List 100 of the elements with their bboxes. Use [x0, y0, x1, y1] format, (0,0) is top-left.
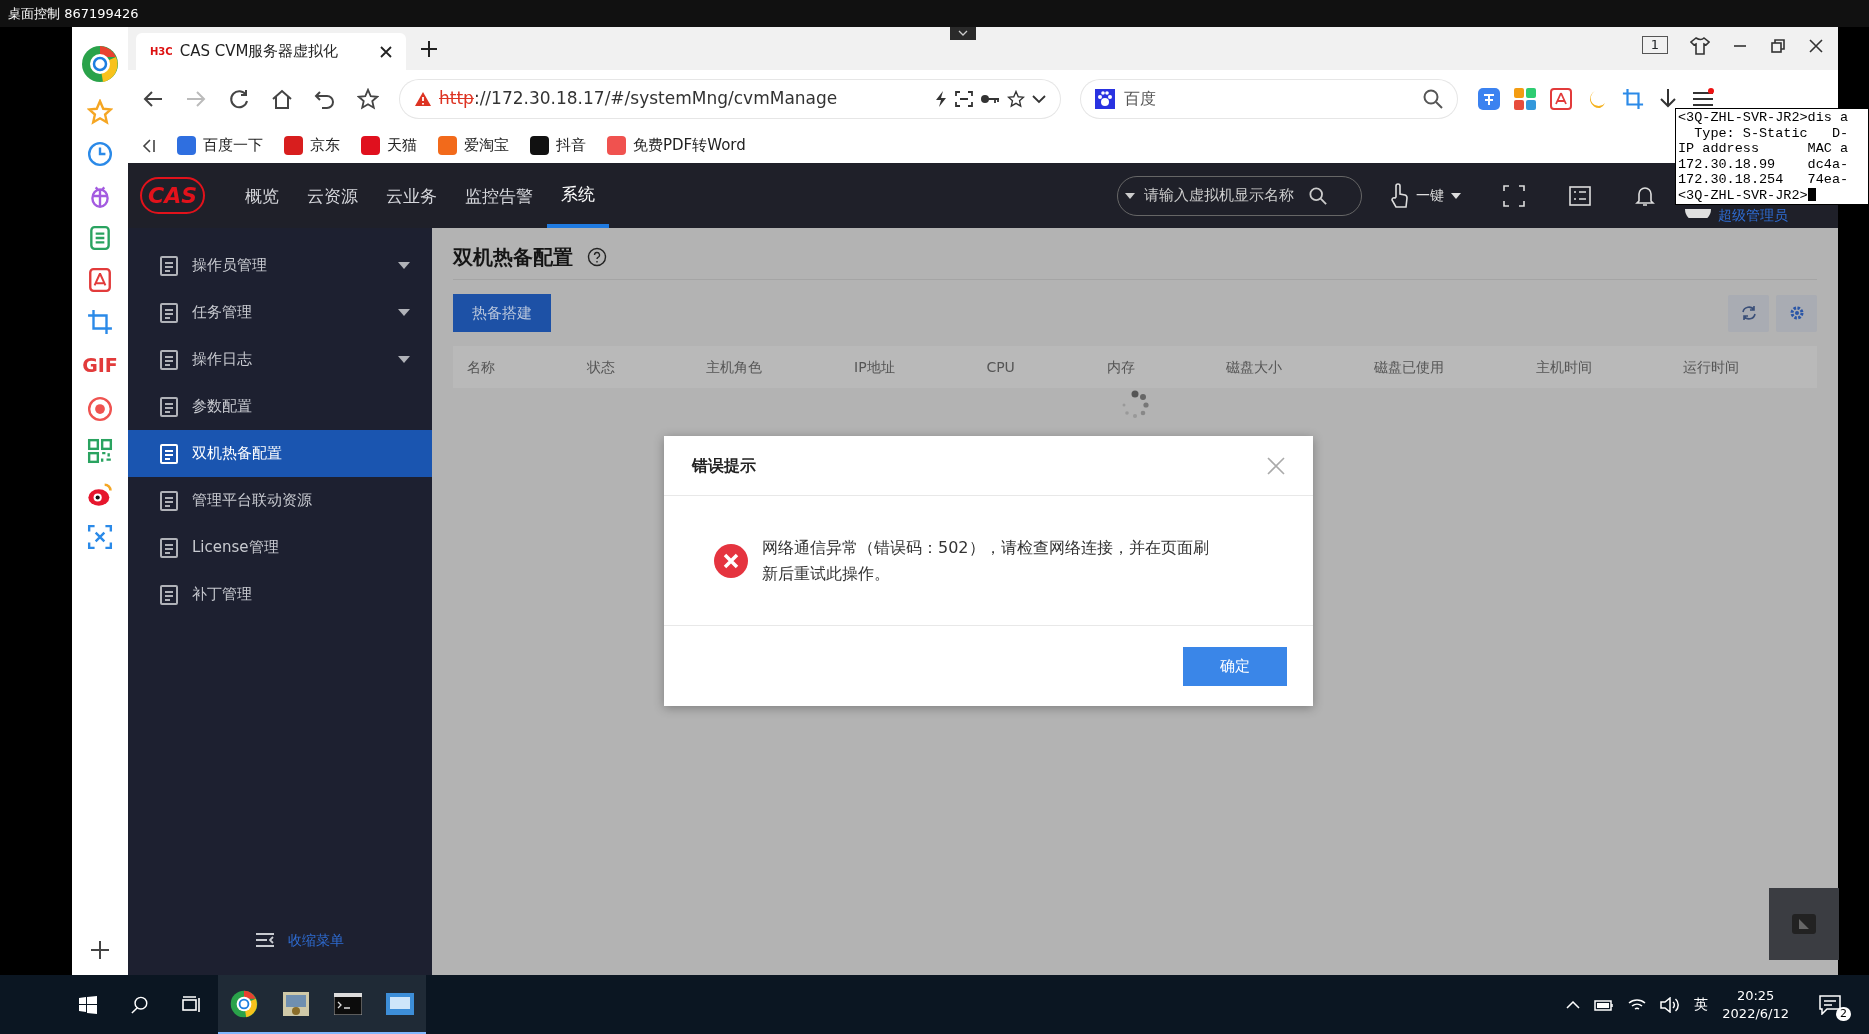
sidebar-item[interactable]: 操作日志: [128, 336, 432, 383]
column-header: 内存: [1105, 357, 1136, 377]
battery-icon[interactable]: [1594, 998, 1615, 1011]
undo-icon[interactable]: [314, 88, 336, 110]
home-icon[interactable]: [271, 88, 293, 110]
address-bar[interactable]: http://172.30.18.17/#/systemMng/cvmManage: [400, 80, 1060, 118]
error-icon: [714, 543, 748, 578]
sidebar-item[interactable]: 管理平台联动资源: [128, 477, 432, 524]
gif-tool[interactable]: GIF: [82, 351, 118, 380]
document-icon: [160, 443, 178, 464]
nav-tab[interactable]: 概览: [231, 163, 294, 228]
input-method-button[interactable]: 英: [1694, 994, 1709, 1015]
tab-counter[interactable]: 1: [1641, 36, 1668, 54]
notification-count: 2: [1836, 1006, 1851, 1021]
one-key-button[interactable]: 一键: [1383, 181, 1467, 210]
wifi-icon[interactable]: [1628, 997, 1647, 1012]
sidebar-item[interactable]: 参数配置: [128, 383, 432, 430]
logo: CAS: [140, 177, 206, 214]
browser-logo-icon: [230, 989, 258, 1018]
bookmark-link[interactable]: 免费PDF转Word: [633, 134, 746, 157]
record-icon[interactable]: [87, 395, 113, 422]
notes-icon[interactable]: [87, 225, 113, 251]
error-message: 网络通信异常（错误码：502），请检查网络连接，并在页面刷新后重试此操作。: [762, 536, 1210, 585]
shirt-icon[interactable]: [1690, 36, 1710, 56]
close-icon[interactable]: [380, 45, 392, 58]
bookmark-link[interactable]: 天猫: [387, 134, 417, 157]
crop-icon[interactable]: [1622, 88, 1644, 110]
terminal-line: Type: S-Static D-: [1693, 125, 1850, 141]
fullscreen-icon[interactable]: [1503, 184, 1525, 207]
search-icon[interactable]: [1423, 89, 1443, 109]
collapse-menu-icon: [256, 933, 274, 947]
clock-time[interactable]: 20:25: [1722, 986, 1789, 1005]
document-icon: [160, 490, 178, 511]
search-bar[interactable]: 百度: [1081, 80, 1457, 118]
sidebar-toggle-icon[interactable]: [142, 137, 156, 154]
clock-icon[interactable]: [87, 141, 113, 167]
sidebar-item[interactable]: 双机热备配置: [128, 430, 432, 477]
chat-bubble-icon: [1819, 994, 1841, 1015]
terminal-line: <3Q-ZHL-SVR-JR2>: [1678, 187, 1868, 203]
refresh-button[interactable]: [1728, 294, 1769, 332]
translate-icon[interactable]: [1478, 88, 1500, 110]
nav-tab[interactable]: 云资源: [293, 163, 373, 228]
caret-icon: [1451, 192, 1461, 199]
bookmark-link[interactable]: 京东: [310, 134, 340, 157]
clock-date[interactable]: 2022/6/12: [1722, 1004, 1789, 1023]
sidebar-item[interactable]: License管理: [128, 524, 432, 571]
star-icon[interactable]: [357, 88, 379, 110]
sidebar-item[interactable]: 操作员管理: [128, 242, 432, 289]
apps-grid-icon[interactable]: [1514, 88, 1536, 110]
bell-icon[interactable]: [1635, 184, 1655, 207]
qr-code-icon[interactable]: [87, 437, 113, 464]
close-icon[interactable]: [1808, 38, 1824, 54]
ok-button[interactable]: 确定: [1183, 646, 1287, 686]
sidebar-item[interactable]: 补丁管理: [128, 571, 432, 618]
primary-button[interactable]: 热备搭建: [453, 294, 551, 332]
sidebar-item[interactable]: 任务管理: [128, 289, 432, 336]
screenshot-icon[interactable]: [955, 91, 973, 107]
page-title: 双机热备配置: [453, 244, 573, 271]
chevron-down-icon[interactable]: [1032, 94, 1046, 104]
search-icon[interactable]: [1309, 186, 1327, 205]
dropdown-button[interactable]: [950, 27, 976, 40]
document-icon: [160, 302, 178, 323]
download-icon[interactable]: [1658, 88, 1678, 110]
column-header: 运行时间: [1682, 357, 1741, 377]
reload-icon[interactable]: [228, 88, 250, 110]
help-icon[interactable]: [587, 247, 607, 267]
paw-icon: [1095, 89, 1115, 109]
column-header: IP地址: [853, 357, 896, 377]
search-input[interactable]: 请输入虚拟机显示名称: [1142, 183, 1302, 208]
lightning-icon[interactable]: [934, 90, 948, 108]
document-icon: [160, 255, 178, 276]
scan-icon[interactable]: [87, 523, 113, 550]
nav-tab[interactable]: 云业务: [372, 163, 452, 228]
browser-tab[interactable]: H3C CAS CVM服务器虚拟化: [136, 33, 406, 70]
star-icon[interactable]: [1007, 90, 1025, 108]
chevron-up-icon[interactable]: [1566, 1000, 1581, 1009]
bookmark-link[interactable]: 百度一下: [203, 134, 263, 157]
key-icon[interactable]: [980, 93, 1000, 105]
bookmark-link[interactable]: 抖音: [556, 134, 586, 157]
document-icon: [160, 349, 178, 370]
crop-icon[interactable]: [87, 309, 113, 335]
checklist-icon[interactable]: [1569, 185, 1591, 206]
terminal-line: 172.30.18.254 74ea-: [1678, 172, 1850, 188]
restore-icon[interactable]: [1770, 38, 1786, 54]
nav-tab[interactable]: 监控告警: [451, 163, 548, 228]
terminal-icon: [334, 992, 362, 1015]
remote-taskbar-button[interactable]: [374, 975, 426, 1034]
new-tab-icon[interactable]: [420, 40, 438, 58]
star-icon[interactable]: [87, 99, 113, 125]
settings-button[interactable]: [1776, 294, 1817, 332]
column-header: 状态: [585, 357, 616, 377]
settings-icon: [1788, 305, 1805, 321]
plus-icon[interactable]: [89, 939, 111, 961]
browser-taskbar-button[interactable]: [218, 975, 270, 1034]
terminal-line: 172.30.18.99 dc4a-: [1678, 156, 1850, 172]
bookmark-link[interactable]: 爱淘宝: [464, 134, 509, 157]
hand-pointer-icon: [1389, 182, 1409, 209]
volume-icon[interactable]: [1660, 996, 1681, 1013]
browser-logo-icon[interactable]: [81, 45, 119, 83]
cursor-icon: [1807, 188, 1816, 202]
